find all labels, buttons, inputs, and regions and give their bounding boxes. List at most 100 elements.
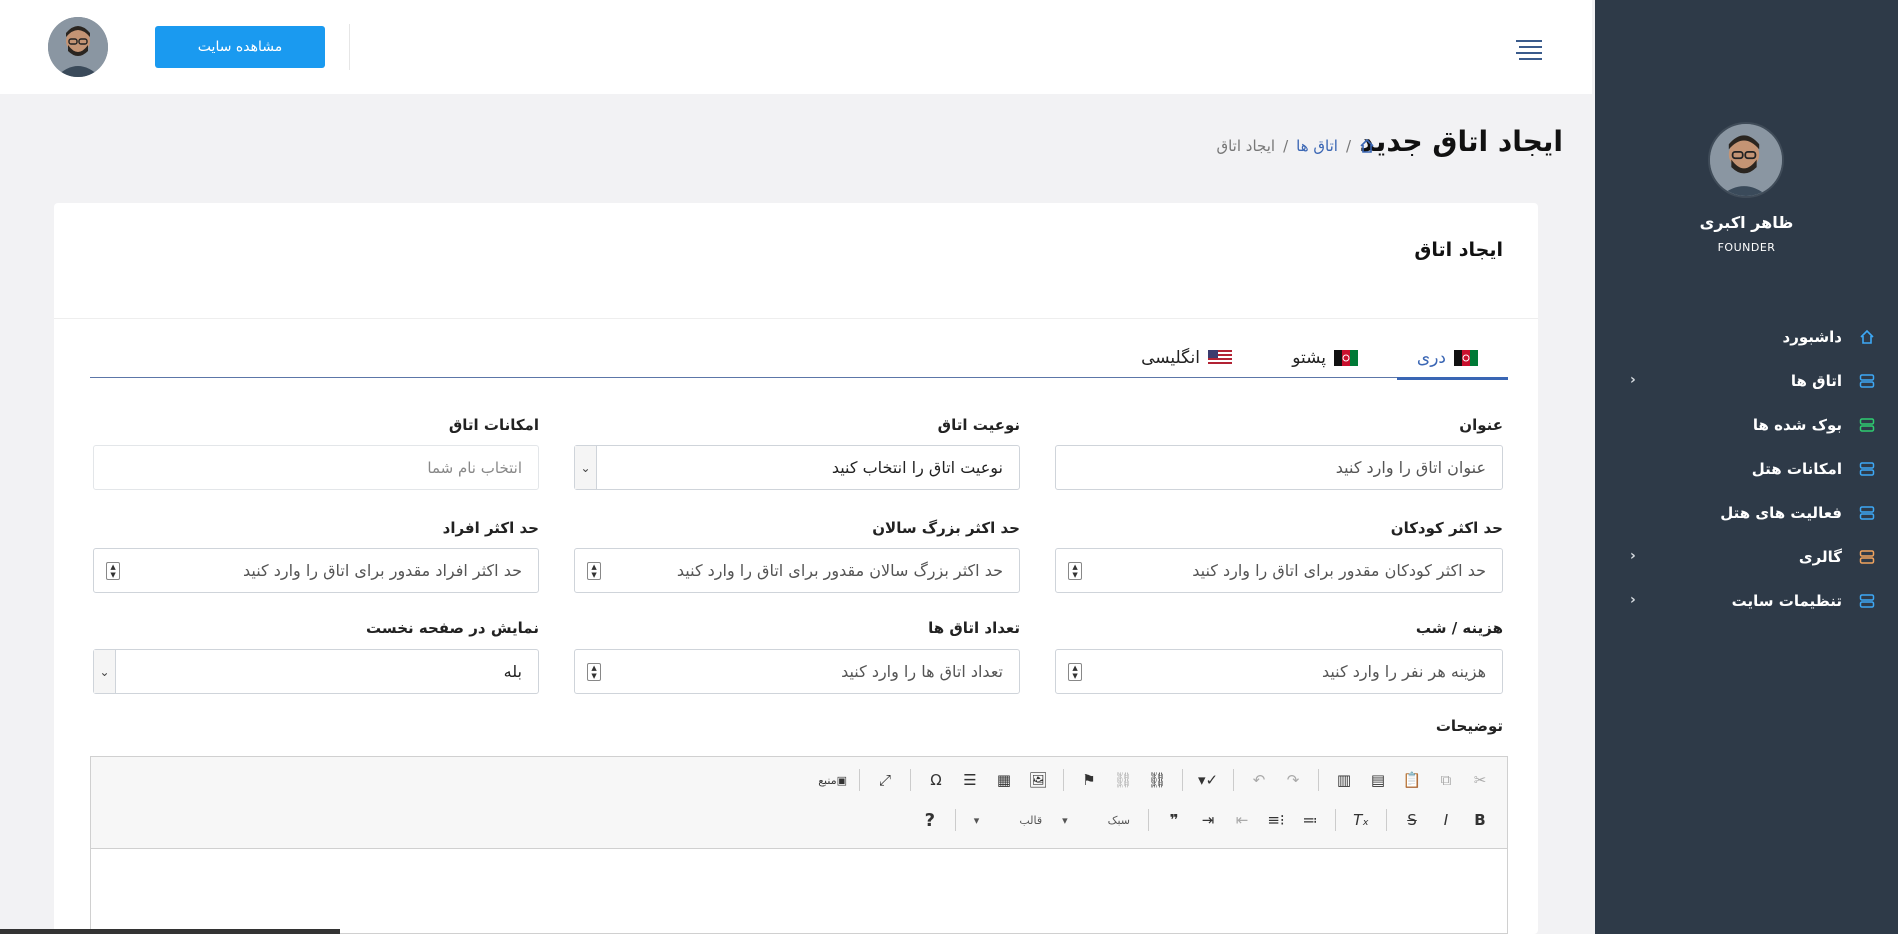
sidebar-avatar[interactable] [1708,122,1784,198]
max-adults-wrapper: ▲▼ [574,548,1020,593]
numbered-list-icon[interactable]: ≔ [1297,807,1323,833]
toolbar-row: B I S Tₓ ≔ ⁝≡ ⇤ ⇥ ❞ سبک ▾ قالب ▾ ? [917,807,1493,833]
indent-icon[interactable]: ⇥ [1195,807,1221,833]
number-stepper-icon[interactable]: ▲ ▼ [1068,562,1082,580]
undo-icon[interactable]: ↶ [1246,767,1272,793]
special-char-icon[interactable]: Ω [923,767,949,793]
max-people-label: حد اکثر افراد [442,519,539,537]
source-label: منبع [818,773,837,787]
tab-pashto[interactable]: پشتو [1292,338,1358,378]
number-stepper-icon[interactable]: ▲ ▼ [587,663,601,681]
view-site-button[interactable]: مشاهده سایت [155,26,325,68]
bulleted-list-icon[interactable]: ⁝≡ [1263,807,1289,833]
breadcrumb-separator: / [1283,137,1289,155]
bold-icon[interactable]: B [1467,807,1493,833]
language-tabs: دری پشتو انگلیسی [90,328,1509,380]
title-input[interactable] [1056,446,1502,489]
sidebar-item-label: گالری [1798,548,1842,566]
cut-icon[interactable]: ✂ [1467,767,1493,793]
outdent-icon[interactable]: ⇤ [1229,807,1255,833]
show-on-home-select[interactable]: بله ⌄ [93,649,539,694]
spellcheck-icon[interactable]: ✓▾ [1195,767,1221,793]
style-dropdown[interactable]: سبک ▾ [1056,807,1136,833]
table-icon[interactable]: ▦ [991,767,1017,793]
horizontal-line-icon[interactable]: ☰ [957,767,983,793]
chevron-down-icon[interactable]: ⌄ [575,446,597,489]
tab-english[interactable]: انگلیسی [1141,338,1232,378]
breadcrumb-separator: / [1345,137,1351,155]
rich-text-editor: ✂ ⧉ 📋 ▤ ▥ ↷ ↶ ✓▾ ⛓ ⛓ ⚑ 🖼 ▦ ☰ Ω ⤢ ▣ منبع … [90,756,1508,934]
afghanistan-flag-icon [1454,350,1478,366]
room-facilities-label: امکانات اتاق [448,416,539,434]
sidebar-nav: داشبورد اتاق ها ‹ بوک شده ها امکانات هتل [1595,315,1898,623]
sidebar-item-label: تنظیمات سایت [1731,592,1842,610]
sidebar-item-hotel-facilities[interactable]: امکانات هتل [1595,447,1898,491]
video-progress-bar [0,929,340,934]
tab-dari[interactable]: دری [1396,338,1509,380]
paste-word-icon[interactable]: ▥ [1331,767,1357,793]
toolbar-separator [1063,769,1064,791]
number-stepper-icon[interactable]: ▲ ▼ [1068,663,1082,681]
sidebar-item-label: فعالیت های هتل [1720,504,1842,522]
anchor-icon[interactable]: ⚑ [1076,767,1102,793]
image-icon[interactable]: 🖼 [1025,767,1051,793]
sidebar-item-bookings[interactable]: بوک شده ها [1595,403,1898,447]
sidebar-item-label: اتاق ها [1790,372,1842,390]
copy-icon[interactable]: ⧉ [1433,767,1459,793]
title-label: عنوان [1459,416,1503,434]
cost-per-night-input[interactable] [1056,650,1502,693]
toolbar-separator [910,769,911,791]
number-stepper-icon[interactable]: ▲ ▼ [106,562,120,580]
top-bar: مشاهده سایت [0,0,1592,94]
sidebar-item-site-settings[interactable]: تنظیمات سایت ‹ [1595,579,1898,623]
max-children-wrapper: ▲▼ [1055,548,1503,593]
chevron-left-icon: ‹ [1630,372,1636,388]
format-dropdown[interactable]: قالب ▾ [968,807,1048,833]
sidebar-item-label: بوک شده ها [1752,416,1842,434]
chevron-down-icon[interactable]: ⌄ [94,650,116,693]
room-type-select[interactable]: نوعیت اتاق را انتخاب کنید ⌄ [574,445,1020,490]
user-avatar[interactable] [48,17,108,77]
max-children-input[interactable] [1056,549,1502,592]
paste-icon[interactable]: 📋 [1399,767,1425,793]
cost-per-night-wrapper: ▲▼ [1055,649,1503,694]
server-icon [1858,548,1876,566]
home-icon[interactable] [1359,138,1375,154]
sidebar-item-rooms[interactable]: اتاق ها ‹ [1595,359,1898,403]
help-icon[interactable]: ? [917,807,943,833]
room-facilities-input[interactable] [94,446,538,489]
max-people-input[interactable] [94,549,538,592]
tab-label: پشتو [1292,348,1326,368]
remove-format-icon[interactable]: Tₓ [1348,807,1374,833]
divider [349,24,350,70]
breadcrumb: / اتاق ها / ایجاد اتاق [1216,137,1375,155]
max-adults-input[interactable] [575,549,1019,592]
paste-text-icon[interactable]: ▤ [1365,767,1391,793]
max-adults-label: حد اکثر بزرگ سالان [872,519,1020,537]
blockquote-icon[interactable]: ❞ [1161,807,1187,833]
maximize-icon[interactable]: ⤢ [872,767,898,793]
description-label: توضیحات [1435,717,1503,735]
redo-icon[interactable]: ↷ [1280,767,1306,793]
toolbar-separator [1182,769,1183,791]
room-count-input[interactable] [575,650,1019,693]
breadcrumb-rooms-link[interactable]: اتاق ها [1296,137,1338,155]
number-stepper-icon[interactable]: ▲ ▼ [587,562,601,580]
unlink-icon[interactable]: ⛓ [1110,767,1136,793]
format-dropdown-label: قالب [1019,813,1043,827]
toolbar-row: ✂ ⧉ 📋 ▤ ▥ ↷ ↶ ✓▾ ⛓ ⛓ ⚑ 🖼 ▦ ☰ Ω ⤢ ▣ منبع [818,767,1493,793]
link-icon[interactable]: ⛓ [1144,767,1170,793]
source-button[interactable]: ▣ منبع [818,767,847,793]
strikethrough-icon[interactable]: S [1399,807,1425,833]
chevron-left-icon: ‹ [1630,592,1636,608]
sidebar-item-label: امکانات هتل [1751,460,1842,478]
italic-icon[interactable]: I [1433,807,1459,833]
sidebar-item-gallery[interactable]: گالری ‹ [1595,535,1898,579]
editor-content-area[interactable] [91,849,1507,934]
sidebar-item-dashboard[interactable]: داشبورد [1595,315,1898,359]
sidebar-item-hotel-activities[interactable]: فعالیت های هتل [1595,491,1898,535]
menu-toggle-icon[interactable] [1516,40,1542,60]
toolbar-separator [859,769,860,791]
sidebar-user-role: FOUNDER [1717,241,1776,254]
server-icon [1858,416,1876,434]
